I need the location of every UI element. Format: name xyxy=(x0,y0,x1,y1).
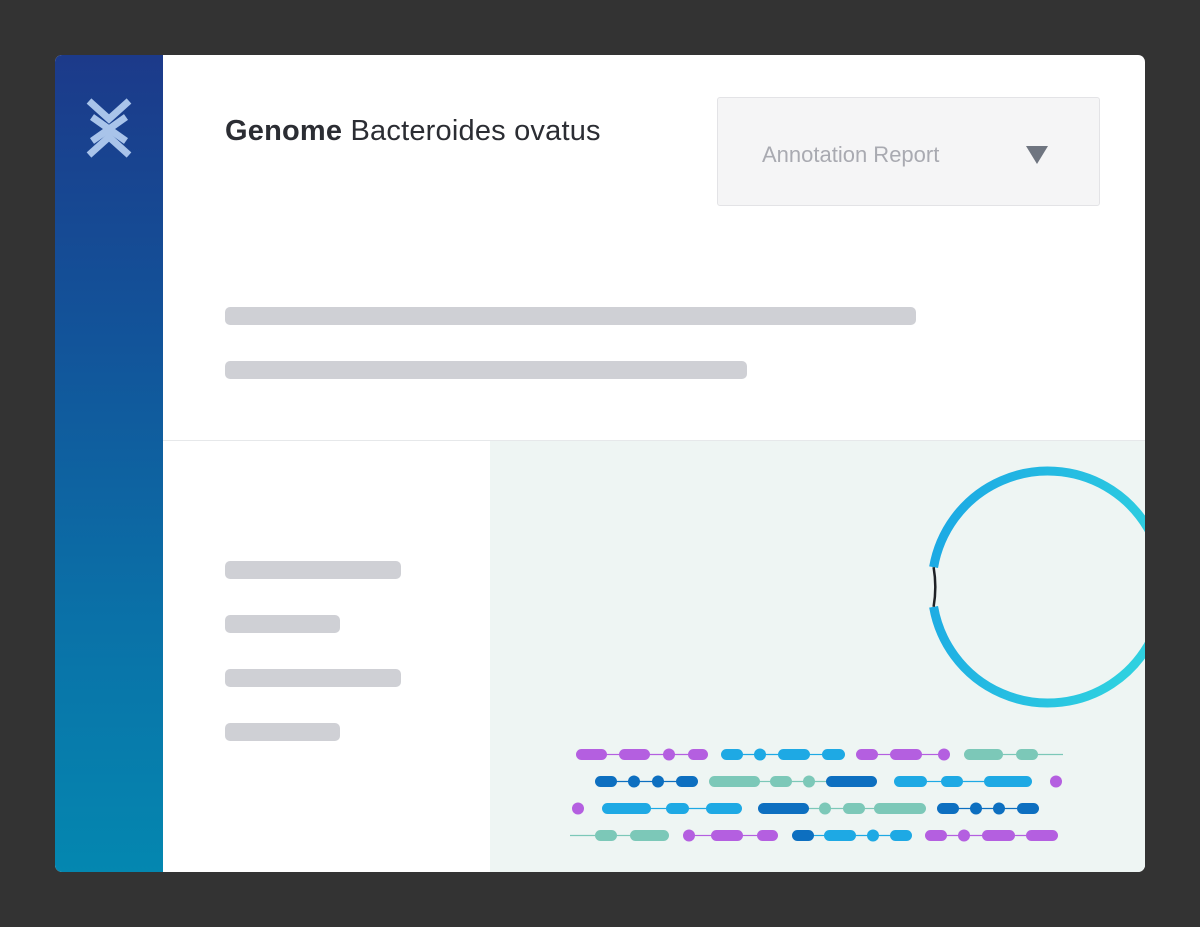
genome-map-origin-marker xyxy=(932,566,937,608)
gene-track-4 xyxy=(570,829,1058,842)
circular-genome-map xyxy=(929,466,1145,708)
detail-placeholder-line xyxy=(225,723,340,741)
app-window: Genome Bacteroides ovatus Annotation Rep… xyxy=(55,55,1145,872)
page-title-label: Genome xyxy=(225,115,343,147)
triangle-down-icon xyxy=(1026,146,1048,164)
gene-track-3 xyxy=(572,802,1039,815)
detail-placeholder-line xyxy=(225,615,340,633)
gene-track-1 xyxy=(576,748,1063,761)
sidebar xyxy=(55,55,163,872)
summary-placeholder-line xyxy=(225,361,747,379)
report-type-selected: Annotation Report xyxy=(762,142,940,167)
report-type-dropdown[interactable]: Annotation Report xyxy=(717,97,1100,206)
x-helix-logo-icon[interactable] xyxy=(84,97,134,159)
genome-visualization xyxy=(570,466,1145,842)
gene-track-2 xyxy=(595,775,1062,788)
page-title: Genome Bacteroides ovatus xyxy=(225,115,601,148)
detail-placeholder-line xyxy=(225,669,401,687)
summary-placeholder-line xyxy=(225,307,916,325)
genome-name: Bacteroides ovatus xyxy=(350,115,601,147)
genome-visualization-panel xyxy=(490,441,1145,872)
detail-placeholder-line xyxy=(225,561,401,579)
